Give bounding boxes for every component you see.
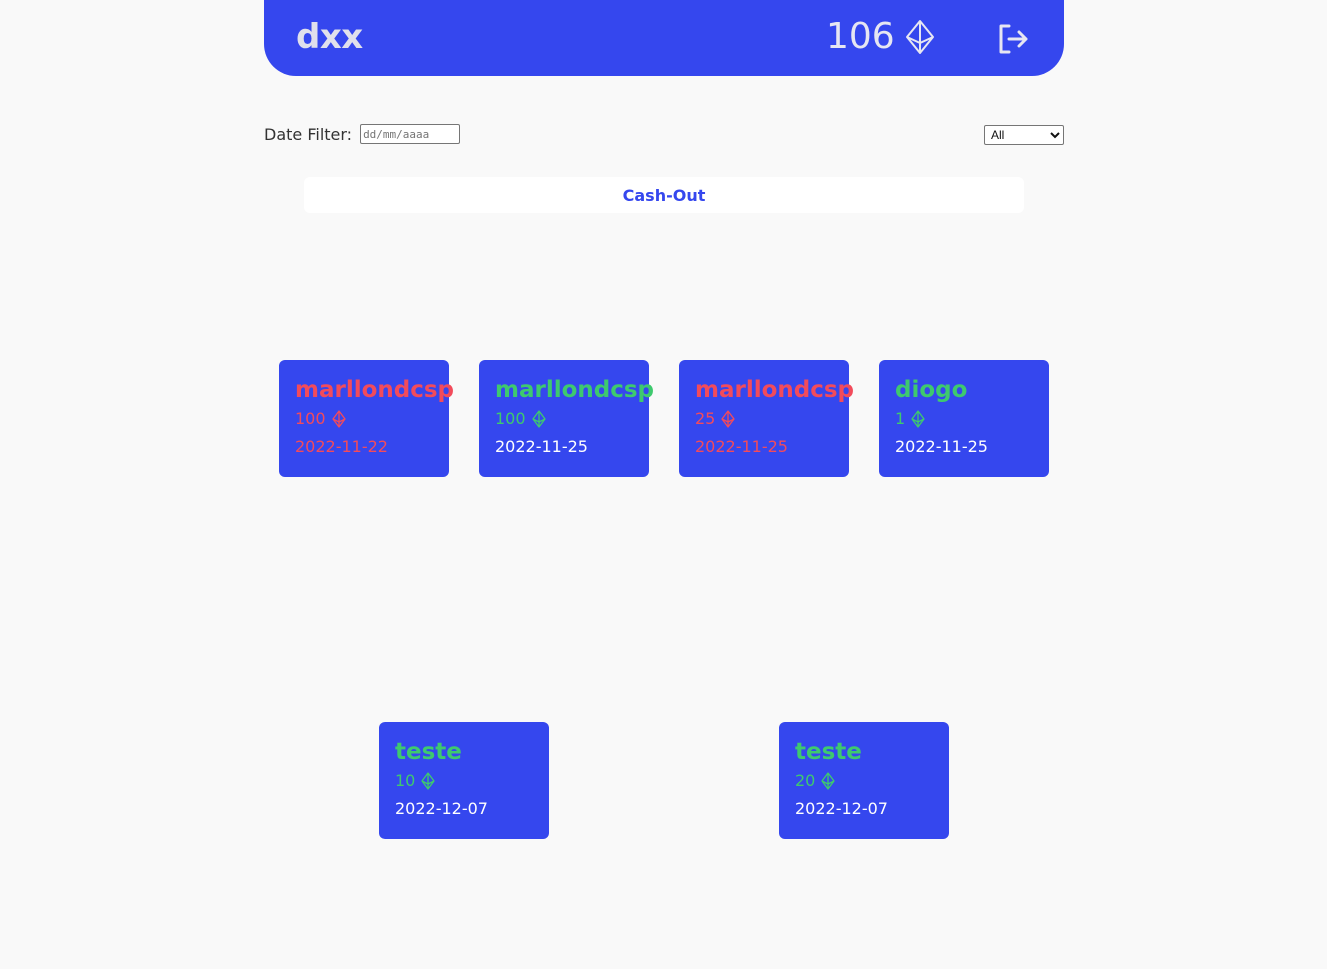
header-bar: dxx 106 (264, 0, 1064, 76)
transaction-date: 2022-11-25 (695, 437, 788, 456)
transaction-date: 2022-12-07 (395, 799, 488, 818)
transaction-name: diogo (895, 377, 968, 403)
transaction-amount-value: 20 (795, 771, 816, 790)
cash-out-button[interactable]: Cash-Out (304, 177, 1024, 213)
transaction-date: 2022-11-25 (895, 437, 988, 456)
transaction-amount-value: 10 (395, 771, 416, 790)
ethereum-icon (421, 772, 436, 790)
transaction-card: diogo 1 2022-11-25 (879, 360, 1049, 477)
transaction-amount-value: 100 (295, 409, 326, 428)
transaction-amount: 100 (295, 408, 433, 430)
ethereum-icon (331, 410, 346, 428)
type-filter-select[interactable]: All (984, 125, 1064, 145)
transaction-card: teste 20 2022-12-07 (779, 722, 949, 839)
logout-icon (999, 24, 1028, 54)
transaction-amount: 100 (495, 408, 633, 430)
transaction-name: teste (395, 739, 462, 765)
transaction-card: marllondcsp 100 2022-11-22 (279, 360, 455, 477)
transaction-name: teste (795, 739, 862, 765)
transaction-amount-value: 1 (895, 409, 906, 428)
transaction-date: 2022-12-07 (795, 799, 888, 818)
transaction-date: 2022-11-22 (295, 437, 388, 456)
transaction-card: marllondcsp 100 2022-11-25 (479, 360, 655, 477)
transaction-amount: 20 (795, 770, 933, 792)
transaction-card: marllondcsp 25 2022-11-25 (679, 360, 855, 477)
balance-display: 106 (826, 16, 935, 57)
ethereum-icon (911, 410, 925, 428)
transaction-amount: 1 (895, 408, 1033, 430)
transaction-amount-value: 100 (495, 409, 526, 428)
transaction-name: marllondcsp (695, 377, 855, 403)
balance-value: 106 (826, 16, 895, 57)
ethereum-icon (821, 772, 836, 790)
logout-button[interactable] (996, 22, 1030, 56)
date-filter-input[interactable] (360, 124, 461, 144)
transaction-amount: 10 (395, 770, 533, 792)
ethereum-icon (721, 410, 736, 428)
transaction-card: teste 10 2022-12-07 (379, 722, 549, 839)
transaction-name: marllondcsp (295, 377, 455, 403)
transaction-name: marllondcsp (495, 377, 655, 403)
app-logo: dxx (296, 17, 363, 57)
transaction-amount: 25 (695, 408, 833, 430)
transaction-amount-value: 25 (695, 409, 716, 428)
ethereum-icon (531, 410, 546, 428)
ethereum-icon (905, 19, 934, 54)
transaction-date: 2022-11-25 (495, 437, 588, 456)
date-filter: Date Filter: (264, 124, 461, 144)
date-filter-label: Date Filter: (264, 124, 353, 144)
